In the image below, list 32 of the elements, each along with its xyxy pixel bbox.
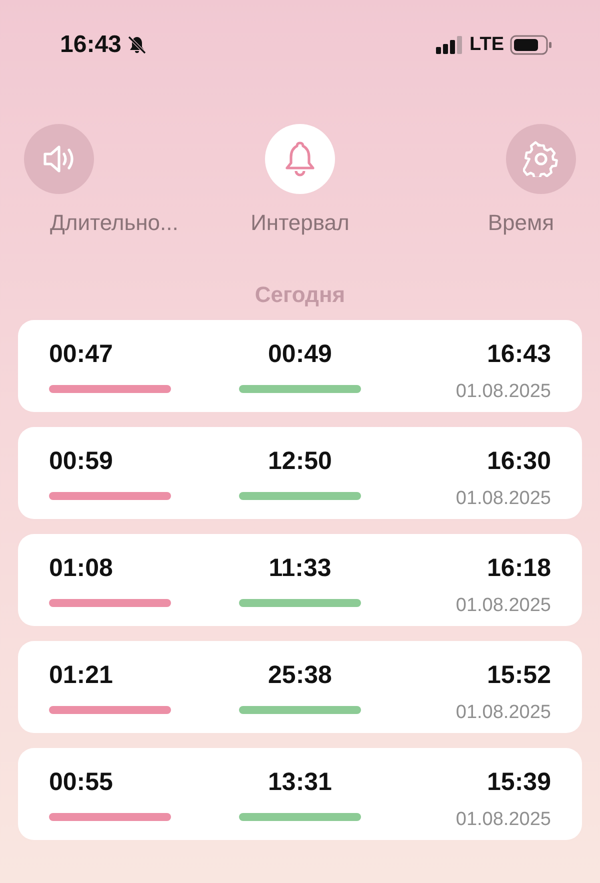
muted-bell-icon (127, 35, 148, 55)
time-value: 15:39 (487, 768, 551, 796)
interval-value: 00:49 (268, 340, 332, 368)
interval-value: 11:33 (268, 554, 332, 582)
status-time: 16:43 (60, 31, 122, 59)
time-value: 16:30 (487, 446, 551, 476)
date-text: 01.08.2025 (456, 702, 551, 724)
duration-value: 00:55 (49, 768, 114, 796)
time-value: 16:18 (487, 554, 551, 582)
date-text: 01.08.2025 (456, 808, 551, 830)
duration-value: 01:21 (49, 660, 114, 690)
speaker-icon (42, 144, 76, 174)
duration-value: 00:47 (49, 340, 114, 368)
date-text: 01.08.2025 (456, 594, 551, 616)
interval-value: 25:38 (268, 660, 332, 690)
settings-icon (523, 141, 559, 177)
date-text: 01.08.2025 (456, 488, 551, 510)
interval-value: 13:31 (268, 768, 332, 796)
section-title: Сегодня (254, 282, 346, 308)
time-value: 16:43 (487, 340, 551, 368)
mode-tab[interactable]: Интервал (208, 124, 392, 236)
signal-icon (436, 36, 464, 54)
mode-tab[interactable]: Время (392, 124, 576, 236)
date-text: 01.08.2025 (456, 380, 551, 402)
network-type: LTE (470, 34, 504, 56)
duration-value: 01:08 (49, 554, 114, 582)
battery-icon (510, 35, 552, 55)
bell-icon (283, 140, 317, 178)
duration-value: 00:59 (49, 446, 114, 476)
mode-tab[interactable]: Длительно... (24, 124, 208, 236)
time-value: 15:52 (487, 660, 551, 690)
interval-value: 12:50 (268, 446, 332, 476)
